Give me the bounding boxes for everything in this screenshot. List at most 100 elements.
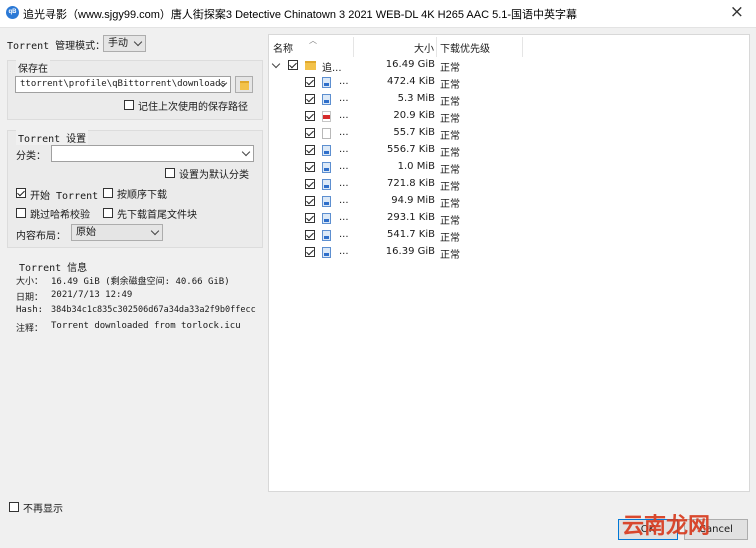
file-size: 1.0 MiB xyxy=(397,161,435,172)
column-divider[interactable] xyxy=(522,37,523,57)
file-size: 556.7 KiB xyxy=(386,144,435,155)
remember-path-label: 记住上次使用的保存路径 xyxy=(138,102,248,113)
file-size: 293.1 KiB xyxy=(386,212,435,223)
pdf-file-icon xyxy=(322,111,331,122)
tree-row-file[interactable]: ... 472.4 KiB 正常 xyxy=(269,74,749,91)
file-checkbox[interactable] xyxy=(305,128,315,138)
file-size: 472.4 KiB xyxy=(386,76,435,87)
tree-row-file[interactable]: ... 20.9 KiB 正常 xyxy=(269,108,749,125)
chevron-down-icon xyxy=(150,226,160,236)
file-priority: 正常 xyxy=(440,199,460,210)
start-torrent-checkbox[interactable] xyxy=(16,188,26,198)
file-checkbox[interactable] xyxy=(305,230,315,240)
file-tree-panel[interactable]: 名称 ︿ 大小 下载优先级 追... 16.49 GiB 正常 ... 472.4… xyxy=(268,34,750,492)
file-priority: 正常 xyxy=(440,233,460,244)
file-name: ... xyxy=(339,195,349,206)
set-default-category-checkbox[interactable] xyxy=(165,168,175,178)
image-file-icon xyxy=(322,213,331,224)
info-hash-label: Hash: xyxy=(16,305,44,315)
image-file-icon xyxy=(322,145,331,156)
window-title: 追光寻影（www.sjgy99.com）唐人街探案3 Detective Chi… xyxy=(23,9,578,21)
management-mode-label: Torrent 管理模式： xyxy=(7,41,106,52)
skip-hash-check-label: 跳过哈希校验 xyxy=(30,210,90,221)
column-header-name[interactable]: 名称 xyxy=(273,40,293,55)
column-divider[interactable] xyxy=(353,37,354,57)
watermark-logo: 云南龙网 xyxy=(622,514,711,539)
file-size: 541.7 KiB xyxy=(386,229,435,240)
file-priority: 正常 xyxy=(440,114,460,125)
file-name: ... xyxy=(339,229,349,240)
file-checkbox[interactable] xyxy=(288,60,298,70)
tree-row-file[interactable]: ... 541.7 KiB 正常 xyxy=(269,227,749,244)
tree-row-root-folder[interactable]: 追... 16.49 GiB 正常 xyxy=(269,57,749,74)
sequential-download-checkbox[interactable] xyxy=(103,188,113,198)
tree-row-file[interactable]: ... 1.0 MiB 正常 xyxy=(269,159,749,176)
file-priority: 正常 xyxy=(440,131,460,142)
file-name: ... xyxy=(339,212,349,223)
tree-row-file[interactable]: ... 293.1 KiB 正常 xyxy=(269,210,749,227)
start-torrent-label: 开始 Torrent xyxy=(30,191,99,202)
browse-folder-button[interactable] xyxy=(235,76,253,93)
dont-show-again-label: 不再显示 xyxy=(23,504,63,515)
file-checkbox[interactable] xyxy=(305,179,315,189)
file-checkbox[interactable] xyxy=(305,247,315,257)
content-layout-select[interactable]: 原始 xyxy=(71,224,163,241)
file-name: ... xyxy=(339,144,349,155)
sequential-download-label: 按顺序下载 xyxy=(117,190,167,201)
file-checkbox[interactable] xyxy=(305,213,315,223)
skip-hash-check-checkbox[interactable] xyxy=(16,208,26,218)
column-header-size[interactable]: 大小 xyxy=(414,40,434,55)
file-priority: 正常 xyxy=(440,165,460,176)
remember-path-checkbox[interactable] xyxy=(124,100,134,110)
set-default-category-label: 设置为默认分类 xyxy=(179,170,249,181)
first-last-pieces-checkbox[interactable] xyxy=(103,208,113,218)
tree-row-file[interactable]: ... 5.3 MiB 正常 xyxy=(269,91,749,108)
file-checkbox[interactable] xyxy=(305,111,315,121)
dont-show-again-checkbox[interactable] xyxy=(9,502,19,512)
file-size: 721.8 KiB xyxy=(386,178,435,189)
content-layout-value: 原始 xyxy=(76,227,96,238)
tree-row-file[interactable]: ... 94.9 MiB 正常 xyxy=(269,193,749,210)
management-mode-select[interactable]: 手动 xyxy=(103,35,146,52)
column-divider[interactable] xyxy=(436,37,437,57)
title-bar: qB 追光寻影（www.sjgy99.com）唐人街探案3 Detective … xyxy=(0,0,756,28)
image-file-icon xyxy=(322,162,331,173)
management-mode-value: 手动 xyxy=(108,38,128,49)
chevron-down-icon xyxy=(133,37,143,47)
sort-ascending-icon: ︿ xyxy=(309,36,317,45)
file-name: ... xyxy=(339,76,349,87)
image-file-icon xyxy=(322,179,331,190)
torrent-settings-title: Torrent 设置 xyxy=(16,130,89,145)
file-name: ... xyxy=(339,161,349,172)
file-name: ... xyxy=(339,178,349,189)
info-date-label: 日期： xyxy=(16,293,44,303)
save-path-value: ttorrent\profile\qBittorrent\downloads xyxy=(20,79,226,89)
file-priority: 正常 xyxy=(440,216,460,227)
file-priority: 正常 xyxy=(440,148,460,159)
save-path-combo[interactable]: ttorrent\profile\qBittorrent\downloads xyxy=(15,76,231,93)
tree-row-file[interactable]: ... 16.39 GiB 正常 xyxy=(269,244,749,261)
column-header-priority[interactable]: 下载优先级 xyxy=(440,40,490,55)
file-priority: 正常 xyxy=(440,63,460,74)
file-checkbox[interactable] xyxy=(305,94,315,104)
expand-chevron-icon[interactable] xyxy=(271,59,281,69)
file-name: ... xyxy=(339,246,349,257)
info-size-value: 16.49 GiB (剩余磁盘空间: 40.66 GiB) xyxy=(51,277,230,287)
file-priority: 正常 xyxy=(440,80,460,91)
tree-row-file[interactable]: ... 556.7 KiB 正常 xyxy=(269,142,749,159)
file-checkbox[interactable] xyxy=(305,77,315,87)
file-size: 94.9 MiB xyxy=(391,195,435,206)
info-date-value: 2021/7/13 12:49 xyxy=(51,290,133,300)
info-comment-label: 注释： xyxy=(16,324,44,334)
file-checkbox[interactable] xyxy=(305,162,315,172)
category-label: 分类： xyxy=(16,151,46,162)
close-icon[interactable]: × xyxy=(730,2,744,22)
file-size: 20.9 KiB xyxy=(393,110,435,121)
file-checkbox[interactable] xyxy=(305,196,315,206)
folder-icon xyxy=(305,61,316,70)
category-combo[interactable] xyxy=(51,145,254,162)
file-checkbox[interactable] xyxy=(305,145,315,155)
tree-row-file[interactable]: ... 55.7 KiB 正常 xyxy=(269,125,749,142)
info-comment-value: Torrent downloaded from torlock.icu xyxy=(51,321,241,331)
tree-row-file[interactable]: ... 721.8 KiB 正常 xyxy=(269,176,749,193)
